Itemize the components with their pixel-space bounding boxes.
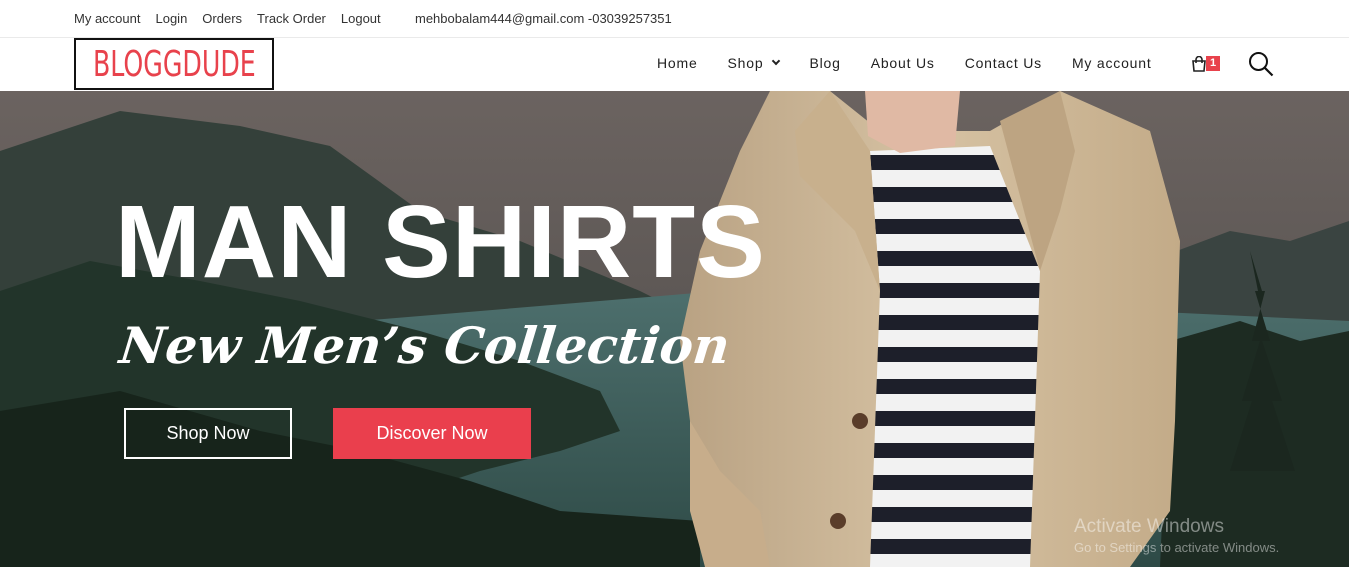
shopping-bag-icon [1192,56,1206,72]
activate-windows-watermark: Activate Windows Go to Settings to activ… [1074,516,1279,555]
discover-now-button[interactable]: Discover Now [333,408,531,459]
hero-title: MAN SHIRTS [115,184,766,299]
nav-home[interactable]: Home [657,55,698,71]
hero-banner: MAN SHIRTS New Men’s Collection Shop Now… [0,91,1349,567]
main-nav: Home Shop Blog About Us Contact Us My ac… [657,55,1182,71]
nav-blog-label: Blog [809,55,841,71]
top-bar: My account Login Orders Track Order Logo… [0,0,1349,38]
watermark-title: Activate Windows [1074,516,1224,537]
hero-subtitle: New Men’s Collection [116,316,733,375]
watermark-subtitle: Go to Settings to activate Windows. [1074,540,1280,555]
top-link-login[interactable]: Login [155,11,187,26]
top-link-logout[interactable]: Logout [341,11,381,26]
chevron-down-icon [772,56,781,66]
nav-home-label: Home [657,55,698,71]
nav-blog[interactable]: Blog [809,55,840,71]
cart-button[interactable]: 1 [1191,54,1223,76]
nav-shop[interactable]: Shop [727,55,781,71]
logo-text: BLOGGDUDE [92,43,256,85]
top-link-my-account[interactable]: My account [74,11,140,26]
shop-now-button[interactable]: Shop Now [124,408,292,459]
nav-contact-label: Contact Us [964,55,1042,71]
search-icon [1249,52,1274,77]
nav-contact-us[interactable]: Contact Us [965,55,1042,71]
main-header: BLOGGDUDE Home Shop Blog About Us Contac… [0,38,1349,91]
top-link-track-order[interactable]: Track Order [257,11,326,26]
top-links: My account Login Orders Track Order Logo… [74,11,381,26]
contact-info: mehbobalam444@gmail.com -03039257351 [415,11,672,26]
nav-about-label: About Us [870,55,935,71]
nav-about-us[interactable]: About Us [871,55,935,71]
nav-shop-label: Shop [727,55,764,71]
search-button[interactable] [1248,51,1274,77]
nav-my-account[interactable]: My account [1072,55,1152,71]
cart-count-badge: 1 [1206,56,1220,71]
top-link-orders[interactable]: Orders [202,11,242,26]
site-logo[interactable]: BLOGGDUDE [74,38,274,90]
nav-account-label: My account [1071,55,1152,71]
